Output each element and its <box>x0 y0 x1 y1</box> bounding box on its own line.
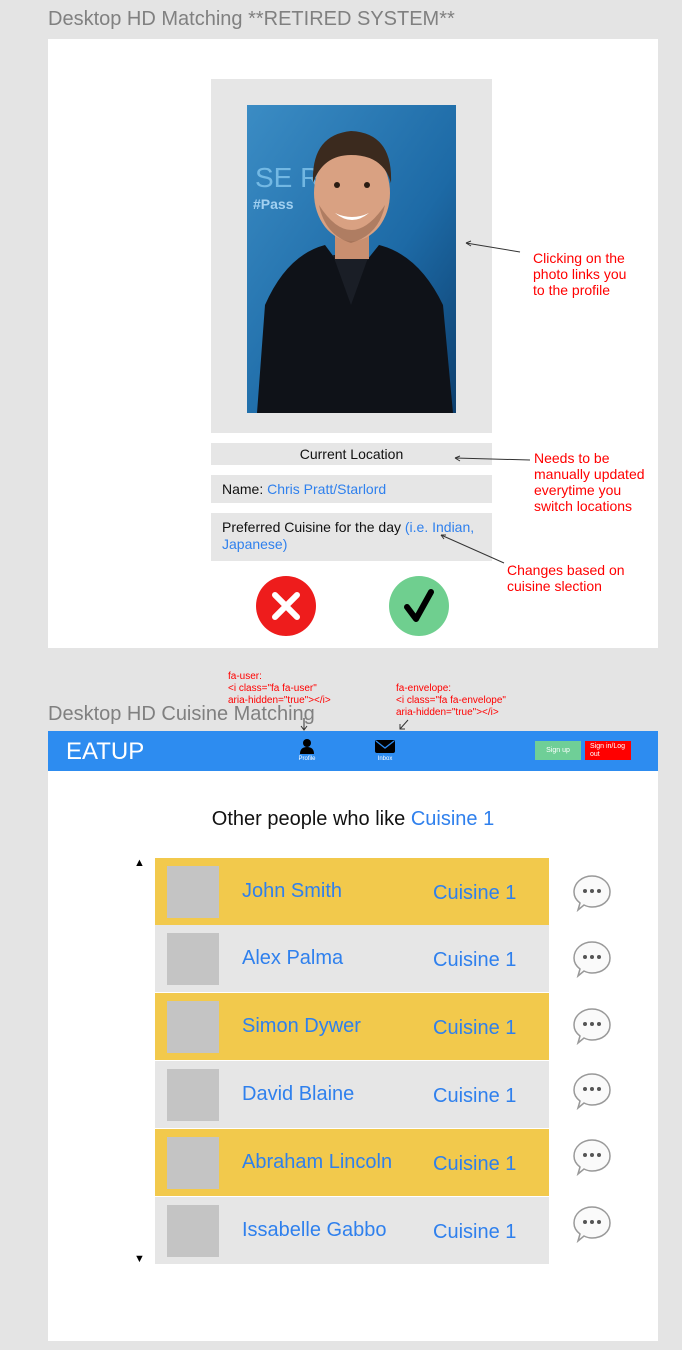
avatar <box>167 933 219 985</box>
nav-profile-label: Profile <box>298 756 316 762</box>
nav-profile[interactable]: Profile <box>287 738 327 762</box>
person-name[interactable]: Issabelle Gabbo <box>242 1219 387 1242</box>
person-cuisine: Cuisine 1 <box>433 1153 517 1175</box>
matching-frame: SE RS #Pass Current Location Name: Chris… <box>48 39 658 648</box>
person-cuisine: Cuisine 1 <box>433 1017 517 1039</box>
frame-title-matching: Desktop HD Matching **RETIRED SYSTEM** <box>48 8 455 30</box>
user-icon <box>300 739 314 754</box>
avatar <box>167 1069 219 1121</box>
frame-title-cuisine-matching: Desktop HD Cuisine Matching <box>48 703 315 725</box>
avatar <box>167 1001 219 1053</box>
person-name[interactable]: David Blaine <box>242 1083 354 1106</box>
chat-bubble-icon[interactable] <box>572 939 612 979</box>
list-item[interactable]: Alex Palma Cuisine 1 <box>155 925 549 992</box>
scroll-down-arrow[interactable]: ▼ <box>134 1253 145 1265</box>
list-item[interactable]: John Smith Cuisine 1 <box>155 858 549 925</box>
note-cuisine: Changes based on cuisine slection <box>507 562 625 594</box>
avatar <box>167 1137 219 1189</box>
heading-prefix: Other people who like <box>211 808 406 830</box>
list-item[interactable]: Abraham Lincoln Cuisine 1 <box>155 1129 549 1196</box>
scroll-up-arrow[interactable]: ▲ <box>134 857 145 869</box>
logo[interactable]: EATUP <box>66 738 144 766</box>
list-item[interactable]: Issabelle Gabbo Cuisine 1 <box>155 1197 549 1264</box>
nav-inbox-label: Inbox <box>377 756 393 762</box>
person-cuisine: Cuisine 1 <box>433 882 517 904</box>
person-name[interactable]: John Smith <box>242 880 342 903</box>
person-name[interactable]: Abraham Lincoln <box>242 1151 392 1174</box>
chat-bubble-icon[interactable] <box>572 1137 612 1177</box>
list-item[interactable]: Simon Dywer Cuisine 1 <box>155 993 549 1060</box>
note-location: Needs to be manually updated everytime y… <box>534 450 645 514</box>
note-fa-envelope: fa-envelope: <i class="fa fa-envelope" a… <box>396 683 506 718</box>
heading-cuisine[interactable]: Cuisine 1 <box>411 808 494 830</box>
person-cuisine: Cuisine 1 <box>433 1221 517 1243</box>
nav-inbox[interactable]: Inbox <box>365 738 405 762</box>
note-photo: Clicking on the photo links you to the p… <box>533 250 627 298</box>
page-heading: Other people who like Cuisine 1 <box>48 808 658 831</box>
chat-bubble-icon[interactable] <box>572 1006 612 1046</box>
person-cuisine: Cuisine 1 <box>433 949 517 971</box>
list-item[interactable]: David Blaine Cuisine 1 <box>155 1061 549 1128</box>
note-fa-user: fa-user: <i class="fa fa-user" aria-hidd… <box>228 671 331 706</box>
envelope-icon <box>375 740 395 753</box>
cuisine-matching-frame: EATUP Profile Inbox Sign up Sign in/Log … <box>48 731 658 1341</box>
signin-logout-button[interactable]: Sign in/Log out <box>585 741 631 760</box>
chat-bubble-icon[interactable] <box>572 1204 612 1244</box>
chat-bubble-icon[interactable] <box>572 1071 612 1111</box>
person-name[interactable]: Alex Palma <box>242 947 343 970</box>
person-cuisine: Cuisine 1 <box>433 1085 517 1107</box>
person-name[interactable]: Simon Dywer <box>242 1015 361 1038</box>
chat-bubble-icon[interactable] <box>572 873 612 913</box>
avatar <box>167 1205 219 1257</box>
annotation-arrows <box>440 240 531 564</box>
navbar: EATUP Profile Inbox Sign up Sign in/Log … <box>48 731 658 771</box>
avatar <box>167 866 219 918</box>
signup-button[interactable]: Sign up <box>535 741 581 760</box>
